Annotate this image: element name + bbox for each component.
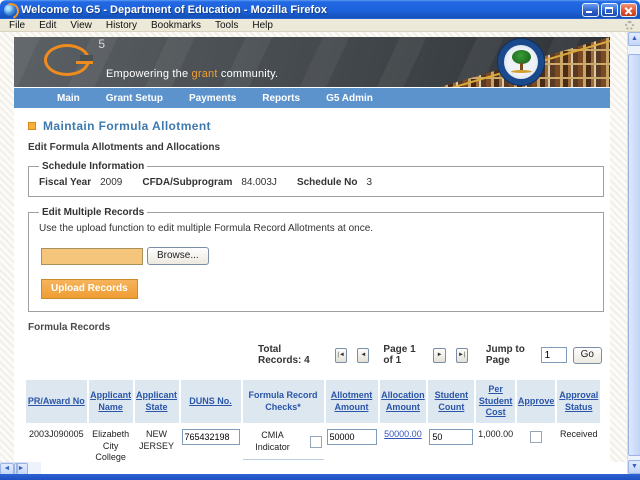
bullet-icon	[28, 122, 36, 130]
student-count-input[interactable]	[429, 429, 473, 445]
formula-records-title: Formula Records	[28, 322, 602, 333]
menu-tools[interactable]: Tools	[208, 19, 245, 32]
approval-status-value: Received	[560, 429, 598, 439]
approve-checkbox[interactable]	[530, 431, 542, 443]
page-subtitle: Edit Formula Allotments and Allocations	[28, 142, 602, 153]
cfda-subprogram-value: 84.003J	[241, 177, 277, 188]
department-of-education-seal-icon	[497, 38, 545, 86]
column-applicant-name[interactable]: Applicant Name	[90, 390, 131, 412]
window-bottom-border	[0, 474, 640, 480]
check-row-cmia: CMIA Indicator	[243, 425, 324, 460]
cmia-indicator-checkbox[interactable]	[310, 436, 322, 448]
nav-main[interactable]: Main	[57, 93, 80, 104]
firefox-icon	[4, 4, 16, 16]
menu-edit[interactable]: Edit	[32, 19, 63, 32]
upload-file-input[interactable]	[41, 248, 143, 265]
column-student-count[interactable]: Student Count	[435, 390, 469, 412]
browser-viewport: 5 Empowering the grant community. Main G…	[0, 32, 640, 462]
vertical-scrollbar[interactable]: ▲ ▼	[627, 32, 640, 474]
menu-bar: File Edit View History Bookmarks Tools H…	[0, 19, 640, 32]
edit-multiple-records-legend: Edit Multiple Records	[39, 207, 147, 218]
close-button[interactable]	[620, 3, 637, 17]
per-student-cost-value: 1,000.00	[478, 429, 513, 439]
nav-payments[interactable]: Payments	[189, 93, 236, 104]
throbber-icon	[625, 21, 634, 30]
page-indicator: Page 1 of 1	[383, 344, 419, 366]
menu-view[interactable]: View	[63, 19, 99, 32]
jump-to-page-input[interactable]	[541, 347, 567, 363]
next-page-button[interactable]: ►	[433, 348, 445, 363]
g5-logo-icon: 5	[44, 44, 90, 76]
vertical-scroll-thumb[interactable]	[628, 54, 640, 456]
column-allotment-amount[interactable]: Allotment Amount	[331, 390, 373, 412]
fiscal-year-label: Fiscal Year	[39, 177, 91, 188]
column-applicant-state[interactable]: Applicant State	[136, 390, 177, 412]
browser-window: Welcome to G5 - Department of Education …	[0, 0, 640, 480]
column-formula-record-checks: Formula Record Checks*	[248, 390, 317, 412]
column-duns-no[interactable]: DUNS No.	[189, 396, 232, 406]
applicant-name-value: Elizabeth City College	[92, 429, 129, 462]
total-records-label: Total Records: 4	[258, 344, 311, 366]
page-background: 5 Empowering the grant community. Main G…	[0, 32, 627, 462]
first-page-button[interactable]: |◄	[335, 348, 347, 363]
title-bar[interactable]: Welcome to G5 - Department of Education …	[0, 0, 640, 19]
scroll-up-icon[interactable]: ▲	[628, 32, 640, 46]
browse-button[interactable]: Browse...	[147, 247, 209, 265]
horizontal-scroll-thumb[interactable]	[16, 463, 18, 474]
duns-no-input[interactable]	[182, 429, 240, 445]
go-button[interactable]: Go	[573, 347, 602, 364]
menu-file[interactable]: File	[2, 19, 32, 32]
pagination-bar: Total Records: 4 |◄ ◄ Page 1 of 1 ► ►| J…	[28, 346, 602, 364]
schedule-information-legend: Schedule Information	[39, 161, 147, 172]
table-row: 2003J090005 Elizabeth City College NEW J…	[26, 425, 600, 462]
schedule-no-value: 3	[367, 177, 373, 188]
column-approval-status[interactable]: Approval Status	[559, 390, 598, 412]
column-allocation-amount[interactable]: Allocation Amount	[381, 390, 425, 412]
horizontal-scrollbar[interactable]: ◄ ►	[0, 462, 28, 474]
allotment-amount-input[interactable]	[327, 429, 377, 445]
scrollbar-corner	[28, 462, 41, 474]
minimize-button[interactable]	[582, 3, 599, 17]
column-approve[interactable]: Approve	[518, 396, 555, 406]
cmia-indicator-label: CMIA Indicator	[245, 430, 301, 453]
maximize-button[interactable]	[601, 3, 618, 17]
schedule-no-label: Schedule No	[297, 177, 358, 188]
page-content: 5 Empowering the grant community. Main G…	[14, 37, 610, 462]
nav-grant-setup[interactable]: Grant Setup	[106, 93, 163, 104]
edit-multiple-records-fieldset: Edit Multiple Records Use the upload fun…	[28, 207, 604, 312]
main-area: Maintain Formula Allotment Edit Formula …	[14, 119, 610, 462]
menu-help[interactable]: Help	[245, 19, 280, 32]
jump-to-page-label: Jump to Page	[486, 344, 531, 366]
pr-award-no-value: 2003J090005	[29, 429, 84, 439]
allocation-amount-link[interactable]: 50000.00	[384, 429, 422, 439]
minimize-icon	[586, 11, 592, 13]
previous-page-button[interactable]: ◄	[357, 348, 369, 363]
column-per-student-cost[interactable]: Per Student Cost	[479, 384, 513, 417]
upload-instructions: Use the upload function to edit multiple…	[39, 223, 595, 234]
menu-history[interactable]: History	[99, 19, 144, 32]
applicant-state-value: NEW JERSEY	[139, 429, 174, 451]
nav-g5-admin[interactable]: G5 Admin	[326, 93, 373, 104]
page-title: Maintain Formula Allotment	[43, 119, 211, 133]
menu-bookmarks[interactable]: Bookmarks	[144, 19, 208, 32]
banner-tagline: Empowering the grant community.	[106, 68, 278, 80]
schedule-information-fieldset: Schedule Information Fiscal Year 2009 CF…	[28, 161, 604, 197]
window-title: Welcome to G5 - Department of Education …	[21, 4, 582, 16]
maximize-icon	[605, 7, 613, 14]
nav-reports[interactable]: Reports	[262, 93, 300, 104]
column-pr-award-no[interactable]: PR/Award No	[28, 396, 85, 406]
upload-records-button[interactable]: Upload Records	[41, 279, 138, 299]
table-header-row: PR/Award No Applicant Name Applicant Sta…	[26, 380, 600, 423]
g5-banner: 5 Empowering the grant community.	[14, 37, 610, 87]
last-page-button[interactable]: ►|	[456, 348, 468, 363]
formula-records-table: PR/Award No Applicant Name Applicant Sta…	[24, 378, 602, 462]
cfda-subprogram-label: CFDA/Subprogram	[142, 177, 232, 188]
main-navigation: Main Grant Setup Payments Reports G5 Adm…	[14, 88, 610, 108]
fiscal-year-value: 2009	[100, 177, 122, 188]
